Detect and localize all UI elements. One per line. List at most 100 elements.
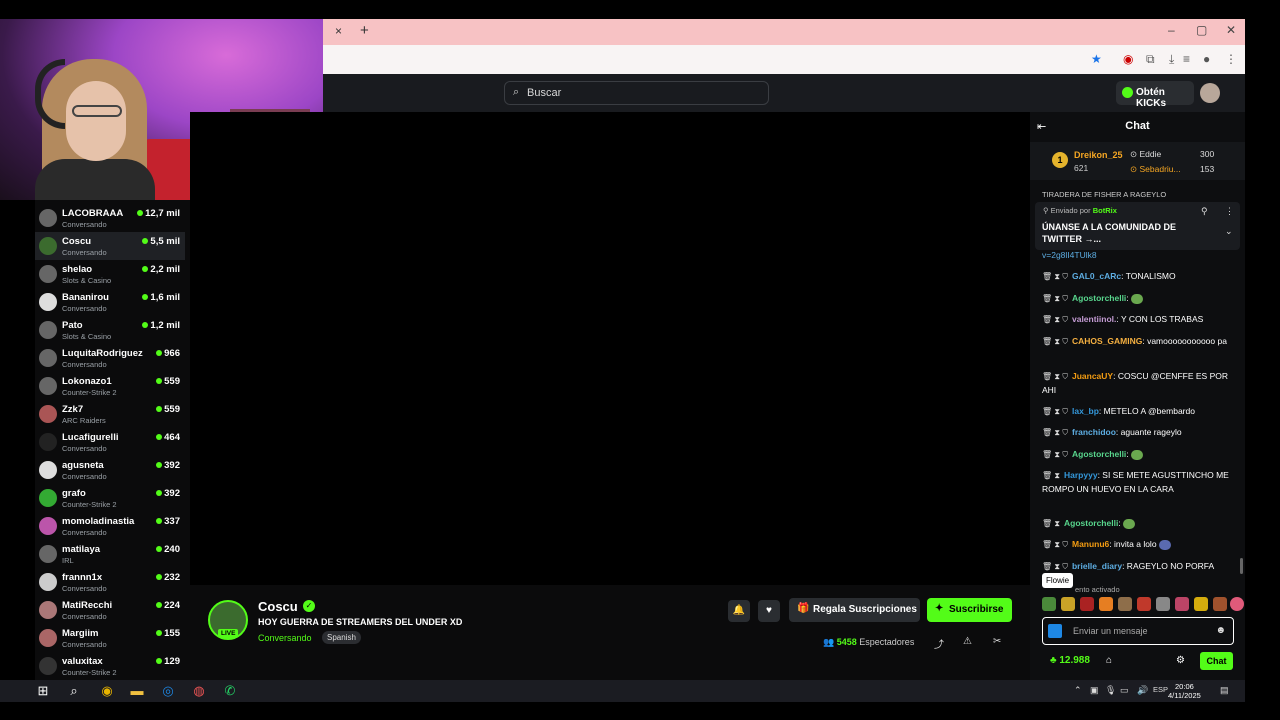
chrome-icon[interactable]: ◉ [99, 683, 115, 699]
address-bar[interactable]: ★ ◉ ⧉ ⤓ ≡ ● ⋮ [323, 45, 1245, 74]
follow-heart-icon[interactable]: ♥ [758, 600, 780, 622]
file-explorer-icon[interactable]: ▬ [129, 683, 145, 699]
sidebar-item-zzk7[interactable]: Zzk7 ARC Raiders 559 [35, 400, 185, 428]
whatsapp-icon[interactable]: ✆ [222, 683, 238, 699]
clock[interactable]: 20:06 4/11/2025 [1168, 682, 1201, 700]
chat-username[interactable]: Agostorchelli [1072, 449, 1126, 459]
cast-icon[interactable]: ≡ [1183, 52, 1190, 66]
store-icon[interactable]: ⌂ [1106, 655, 1112, 666]
user-avatar[interactable] [1200, 83, 1220, 103]
mod-icons[interactable]: 🗑 ⧗ ⛉ [1042, 450, 1068, 459]
chevron-down-icon[interactable]: ⌄ [1225, 226, 1233, 237]
chat-username[interactable]: lax_bp [1072, 406, 1099, 416]
badge-icon[interactable] [1048, 624, 1062, 638]
share-icon[interactable]: ⤴ [934, 636, 944, 651]
emote-icon[interactable] [1042, 597, 1056, 611]
sidebar-item-luquitarodriguez[interactable]: LuquitaRodriguez Conversando 966 [35, 344, 185, 372]
emote-icon[interactable] [1230, 597, 1244, 611]
mod-icons[interactable]: 🗑 ⧗ ⛉ [1042, 540, 1068, 549]
sidebar-item-lacobraaa[interactable]: LACOBRAAA Conversando 12,7 mil [35, 204, 185, 232]
mod-icons[interactable]: 🗑 ⧗ ⛉ [1042, 562, 1068, 571]
extension-icon[interactable]: ◉ [1123, 52, 1133, 66]
send-chat-button[interactable]: Chat [1200, 652, 1233, 670]
subscribe-button[interactable]: ✦ Suscribirse [927, 598, 1012, 622]
sidebar-item-matilaya[interactable]: matilaya IRL 240 [35, 540, 185, 568]
chat-username[interactable]: Agostorchelli [1072, 293, 1126, 303]
tray-chevron-icon[interactable]: ⌃ [1074, 685, 1082, 696]
sidebar-item-margiim[interactable]: Margiim Conversando 155 [35, 624, 185, 652]
windows-start-icon[interactable]: ⊞ [35, 683, 51, 699]
sidebar-item-frannn1x[interactable]: frannn1x Conversando 232 [35, 568, 185, 596]
sidebar-item-shelao[interactable]: shelao Slots & Casino 2,2 mil [35, 260, 185, 288]
chat-username[interactable]: Agostorchelli [1064, 518, 1118, 528]
chat-leaderboard[interactable]: 1 Dreikon_25 621 ⊙ Eddie 300 ⊙ Sebadriu.… [1030, 142, 1245, 180]
sidebar-item-momoladinastia[interactable]: momoladinastia Conversando 337 [35, 512, 185, 540]
clip-icon[interactable]: ✂ [993, 636, 1001, 647]
streamer-name[interactable]: Coscu [258, 599, 298, 614]
mod-icons[interactable]: 🗑 ⧗ [1042, 471, 1060, 480]
notification-bell-icon[interactable]: 🔔 [728, 600, 750, 622]
chat-link[interactable]: v=2g8lI4TUlk8 [1042, 249, 1232, 263]
notifications-icon[interactable]: ▤ [1220, 685, 1229, 696]
mod-icons[interactable]: 🗑 ⧗ ⛉ [1042, 337, 1068, 346]
bookmark-star-icon[interactable]: ★ [1091, 52, 1102, 66]
search-icon[interactable]: ⌕ [66, 683, 82, 699]
sidebar-item-valuxitax[interactable]: valuxitax Counter-Strike 2 129 [35, 652, 185, 680]
emote-icon[interactable] [1137, 597, 1151, 611]
sidebar-item-grafo[interactable]: grafo Counter-Strike 2 392 [35, 484, 185, 512]
emote-icon[interactable] [1061, 597, 1075, 611]
chat-username[interactable]: JuancaUY [1072, 371, 1113, 381]
stream-category[interactable]: Conversando [258, 633, 312, 643]
pin-icon[interactable]: ⚲ [1201, 206, 1208, 217]
menu-dots-icon[interactable]: ⋮ [1225, 52, 1237, 66]
pinned-message[interactable]: ⚲ Enviado por BotRix ⚲ ⋮ ÚNANSE A LA COM… [1035, 202, 1240, 250]
emote-icon[interactable] [1118, 597, 1132, 611]
volume-icon[interactable]: 🔊 [1137, 685, 1148, 696]
chat-username[interactable]: GAL0_cARc [1072, 271, 1121, 281]
chat-username[interactable]: Harpyyy [1064, 470, 1098, 480]
settings-gear-icon[interactable]: ⚙ [1176, 655, 1185, 666]
download-icon[interactable]: ⤓ [1169, 52, 1174, 67]
new-tab-icon[interactable]: + [360, 22, 369, 39]
profile-icon[interactable]: ● [1203, 52, 1210, 66]
discord-icon[interactable]: ◎ [160, 683, 176, 699]
maximize-icon[interactable]: ▢ [1196, 23, 1207, 37]
mod-icons[interactable]: 🗑 ⧗ ⛉ [1042, 407, 1068, 416]
microphone-icon[interactable]: 🎙 [1105, 685, 1116, 696]
channel-points[interactable]: ♣ 12.988 [1050, 655, 1090, 666]
sidebar-item-lokonazo1[interactable]: Lokonazo1 Counter-Strike 2 559 [35, 372, 185, 400]
emote-icon[interactable] [1213, 597, 1227, 611]
mod-icons[interactable]: 🗑 ⧗ ⛉ [1042, 315, 1068, 324]
emote-icon[interactable] [1156, 597, 1170, 611]
emoji-picker-icon[interactable]: ☻ [1215, 625, 1226, 636]
mod-icons[interactable]: 🗑 ⧗ ⛉ [1042, 272, 1068, 281]
emote-icon[interactable] [1175, 597, 1189, 611]
language-badge[interactable]: Spanish [322, 631, 361, 644]
chat-username[interactable]: franchidoo [1072, 427, 1116, 437]
mod-icons[interactable]: 🗑 ⧗ ⛉ [1042, 372, 1068, 381]
emote-icon[interactable] [1194, 597, 1208, 611]
mod-icons[interactable]: 🗑 ⧗ [1042, 519, 1060, 528]
mod-icons[interactable]: 🗑 ⧗ ⛉ [1042, 294, 1068, 303]
network-icon[interactable]: ▭ [1120, 685, 1129, 696]
emote-icon[interactable] [1080, 597, 1094, 611]
sidebar-item-lucafigurelli[interactable]: Lucafigurelli Conversando 464 [35, 428, 185, 456]
sidebar-item-coscu[interactable]: Coscu Conversando 5,5 mil [35, 232, 185, 260]
chat-username[interactable]: CAHOS_GAMING [1072, 336, 1142, 346]
get-kicks-button[interactable]: Obtén KICKs [1116, 81, 1194, 109]
chat-username[interactable]: brielle_diary [1072, 561, 1122, 571]
gift-subs-button[interactable]: 🎁 Regala Suscripciones [789, 598, 920, 622]
sidebar-item-matirecchi[interactable]: MatiRecchi Conversando 224 [35, 596, 185, 624]
chat-username[interactable]: Manunu6 [1072, 539, 1109, 549]
obs-icon[interactable]: ◍ [191, 683, 207, 699]
minimize-icon[interactable]: – [1168, 23, 1175, 37]
close-tab-icon[interactable]: × [335, 24, 342, 38]
sidebar-item-agusneta[interactable]: agusneta Conversando 392 [35, 456, 185, 484]
sidebar-item-pato[interactable]: Pato Slots & Casino 1,2 mil [35, 316, 185, 344]
emote-icon[interactable] [1099, 597, 1113, 611]
sidebar-item-bananirou[interactable]: Bananirou Conversando 1,6 mil [35, 288, 185, 316]
chat-message-input[interactable]: Enviar un mensaje ☻ [1042, 617, 1234, 645]
report-icon[interactable]: ⚠ [963, 636, 972, 647]
language-indicator[interactable]: ESP [1153, 685, 1168, 694]
more-icon[interactable]: ⋮ [1225, 206, 1234, 217]
